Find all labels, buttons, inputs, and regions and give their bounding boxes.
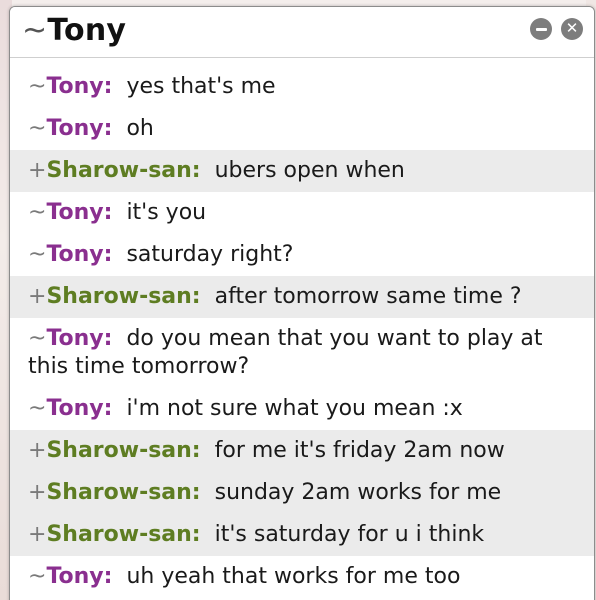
nick-prefix: ~	[28, 326, 47, 351]
chat-message: ~Tony: uh yeah that works for me too	[10, 556, 594, 598]
nick-prefix: ~	[28, 116, 47, 141]
message-text: yes that's me	[126, 74, 276, 99]
chat-message: ~Tony: i'm not sure what you mean :x	[10, 388, 594, 430]
chat-message: ~Tony: saturday right?	[10, 234, 594, 276]
message-text: oh	[126, 116, 154, 141]
nick-name: Sharow-san:	[46, 158, 201, 183]
chat-message: +Sharow-san: after tomorrow same time ?	[10, 276, 594, 318]
message-nick[interactable]: ~Tony:	[28, 396, 112, 421]
message-nick[interactable]: +Sharow-san:	[28, 522, 201, 547]
nick-name: Sharow-san:	[46, 438, 201, 463]
message-text: uh yeah that works for me too	[126, 564, 461, 589]
chat-message: +Sharow-san: ubers open when	[10, 150, 594, 192]
message-text: i'm not sure what you mean :x	[126, 396, 463, 421]
close-button[interactable]: ✕	[561, 18, 583, 40]
message-text: ubers open when	[214, 158, 405, 183]
message-nick[interactable]: +Sharow-san:	[28, 438, 201, 463]
chat-message: ~Tony: oh	[10, 108, 594, 150]
nick-name: Tony:	[46, 564, 113, 589]
message-nick[interactable]: ~Tony:	[28, 564, 112, 589]
message-list[interactable]: ~Tony: yes that's me ~Tony: oh +Sharow-san…	[10, 58, 594, 598]
nick-prefix: ~	[28, 242, 47, 267]
chat-message: ~Tony: yes that's me	[10, 66, 594, 108]
nick-name: Tony:	[46, 74, 113, 99]
nick-prefix: +	[28, 438, 47, 463]
chat-message: +Sharow-san: sunday 2am works for me	[10, 472, 594, 514]
nick-name: Tony:	[46, 326, 113, 351]
scrolled-message-fragment	[10, 58, 594, 66]
message-nick[interactable]: +Sharow-san:	[28, 480, 201, 505]
message-nick[interactable]: ~Tony:	[28, 326, 112, 351]
nick-name: Tony:	[46, 396, 113, 421]
nick-prefix: ~	[28, 74, 47, 99]
message-nick[interactable]: ~Tony:	[28, 200, 112, 225]
nick-prefix: +	[28, 284, 47, 309]
nick-prefix: +	[28, 158, 47, 183]
message-text: it's saturday for u i think	[214, 522, 485, 547]
nick-prefix: ~	[28, 564, 47, 589]
minimize-button[interactable]	[530, 18, 552, 40]
chat-window: ~Tony ✕ ~Tony: yes that's me ~Tony: oh +Sh…	[9, 6, 595, 600]
message-text: after tomorrow same time ?	[214, 284, 522, 309]
message-nick[interactable]: +Sharow-san:	[28, 284, 201, 309]
chat-message: +Sharow-san: it's saturday for u i think	[10, 514, 594, 556]
nick-prefix: ~	[28, 200, 47, 225]
message-text: it's you	[126, 200, 207, 225]
minimize-icon	[535, 27, 547, 31]
message-text: for me it's friday 2am now	[214, 438, 505, 463]
chat-message: +Sharow-san: for me it's friday 2am now	[10, 430, 594, 472]
title-prefix: ~	[22, 13, 48, 48]
nick-name: Tony:	[46, 116, 113, 141]
chat-message: ~Tony: do you mean that you want to play …	[10, 318, 594, 388]
message-text: saturday right?	[126, 242, 294, 267]
message-nick[interactable]: ~Tony:	[28, 116, 112, 141]
title-bar[interactable]: ~Tony ✕	[10, 7, 594, 58]
title-text: Tony	[47, 13, 127, 48]
nick-prefix: +	[28, 480, 47, 505]
close-icon: ✕	[565, 19, 579, 37]
nick-prefix: ~	[28, 396, 47, 421]
message-nick[interactable]: ~Tony:	[28, 74, 112, 99]
nick-name: Tony:	[46, 200, 113, 225]
chat-message: ~Tony: it's you	[10, 192, 594, 234]
nick-name: Sharow-san:	[46, 522, 201, 547]
nick-prefix: +	[28, 522, 47, 547]
message-nick[interactable]: ~Tony:	[28, 242, 112, 267]
nick-name: Tony:	[46, 242, 113, 267]
nick-name: Sharow-san:	[46, 480, 201, 505]
message-nick[interactable]: +Sharow-san:	[28, 158, 201, 183]
message-text: sunday 2am works for me	[214, 480, 502, 505]
nick-name: Sharow-san:	[46, 284, 201, 309]
window-title: ~Tony	[22, 13, 126, 48]
